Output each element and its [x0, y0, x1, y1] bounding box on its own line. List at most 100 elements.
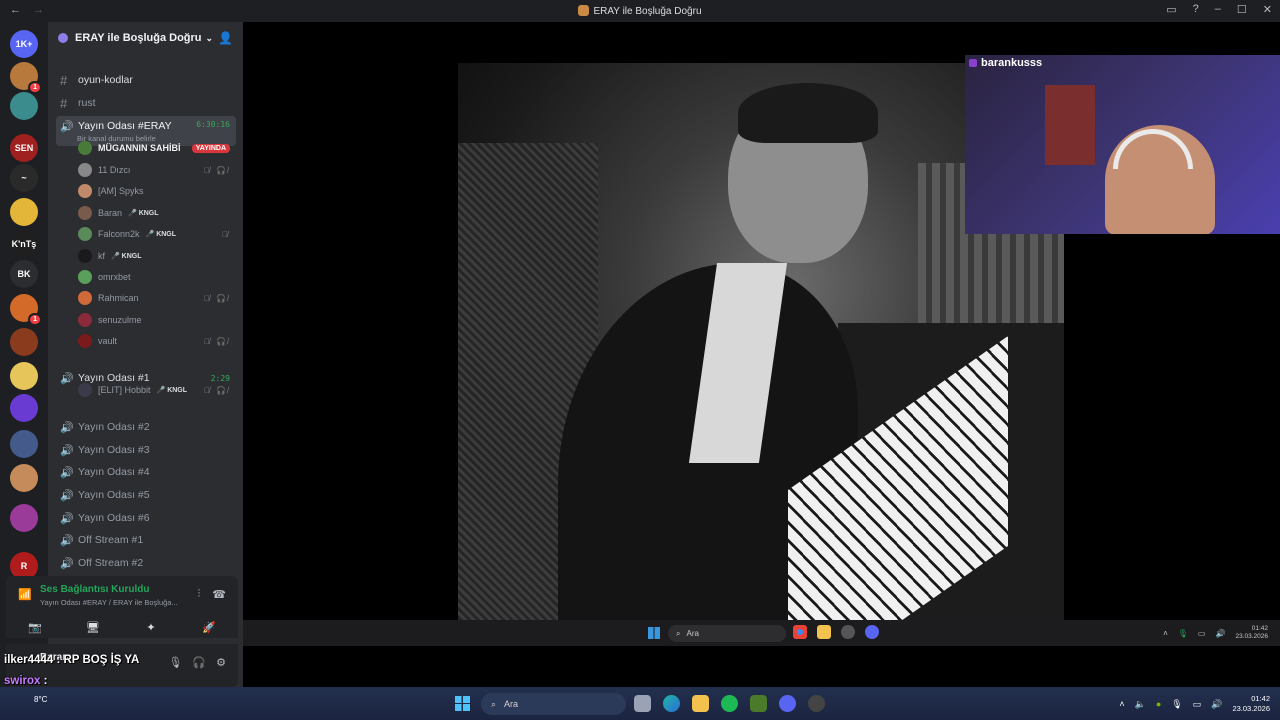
voice-status[interactable]: Ses Bağlantısı Kuruldu: [40, 584, 149, 595]
speaker-icon[interactable]: 🔈: [1135, 699, 1146, 710]
add-user-icon[interactable]: 👤: [218, 31, 233, 45]
server-label: 1K+: [15, 39, 33, 49]
server-icon-1[interactable]: 1: [10, 62, 42, 94]
taskbar-clock[interactable]: 01:42 23.03.2026: [1232, 694, 1270, 714]
voice-user[interactable]: kf 🎤 KNGL: [78, 246, 236, 266]
speaker-icon: 🔊: [60, 421, 74, 434]
search-icon: ⌕: [491, 698, 497, 709]
nvidia-tray-icon[interactable]: ●: [1156, 699, 1161, 709]
mic-tray-icon[interactable]: 🎙: [1171, 699, 1182, 710]
channel-voice[interactable]: 🔊 Yayın Odası #4: [56, 462, 236, 482]
channel-voice[interactable]: 🔊 Off Stream #1: [56, 530, 236, 550]
stream-stage[interactable]: barankusss: [243, 22, 1280, 620]
channel-name: Off Stream #1: [78, 534, 144, 546]
server-icon-7[interactable]: BK: [10, 260, 38, 288]
voice-user[interactable]: Falconn2k 🎤 KNGL 🎙̸: [78, 224, 236, 244]
server-icon-8[interactable]: 1: [10, 294, 42, 326]
screen-share-button[interactable]: 🖥: [71, 616, 115, 638]
headphones-icon[interactable]: 🎧: [192, 656, 206, 669]
voice-user[interactable]: [ELIT] Hobbit 🎤 KNGL 🎙̸ 🎧̸: [78, 380, 236, 400]
server-label: BK: [17, 269, 31, 279]
server-header[interactable]: ERAY ile Boşluğa Doğru ⌄ 👤: [48, 22, 243, 54]
server-icon-12[interactable]: [10, 430, 38, 458]
voice-channel-path[interactable]: Yayın Odası #ERAY / ERAY ile Boşluğa...: [40, 598, 178, 607]
task-view-icon[interactable]: [634, 695, 651, 712]
chevron-up-icon: ˄: [1163, 628, 1168, 638]
help-icon[interactable]: ?: [1193, 3, 1199, 16]
voice-user[interactable]: [AM] Spyks: [78, 181, 236, 201]
twitch-icon: [969, 59, 977, 67]
voice-user[interactable]: MÜGANNIN SAHİBİ YAYINDA: [78, 138, 236, 158]
channel-voice[interactable]: 🔊 Yayın Odası #6: [56, 508, 236, 528]
chat-separator: :: [53, 654, 64, 666]
inner-clock: 01:42 23.03.2026: [1235, 625, 1268, 640]
server-icon-6[interactable]: K'nTş: [10, 230, 38, 258]
server-icon-14[interactable]: [10, 504, 38, 532]
notification-badge: 1: [28, 313, 42, 326]
user-name: Baran: [98, 208, 123, 218]
system-tray: ˄ 🔈 ● 🎙 ▭ 🔊 01:42 23.03.2026: [1119, 694, 1270, 714]
noise-suppression-icon[interactable]: ⫶: [198, 588, 201, 601]
maximize-button[interactable]: ☐: [1237, 3, 1247, 16]
voice-user[interactable]: Baran 🎤 KNGL: [78, 203, 236, 223]
server-icon-11[interactable]: [10, 394, 38, 422]
speaker-icon: 🔊: [60, 466, 74, 479]
live-badge: YAYINDA: [191, 143, 230, 153]
window-titlebar: ← → ERAY ile Boşluğa Doğru ▭ ? – ☐ ✕: [0, 0, 1280, 22]
channel-voice[interactable]: 🔊 Yayın Odası #2: [56, 417, 236, 437]
channel-voice[interactable]: 🔊 Off Stream #2: [56, 553, 236, 573]
server-icon-2[interactable]: [10, 92, 38, 120]
spotify-icon[interactable]: [721, 695, 738, 712]
minimize-button[interactable]: –: [1215, 3, 1221, 16]
soundboard-button[interactable]: 🚀: [187, 616, 231, 638]
voice-user[interactable]: Rahmican 🎙̸ 🎧̸: [78, 288, 236, 308]
activities-button[interactable]: ✦: [129, 616, 173, 638]
muted-icon: 🎙̸ 🎧̸: [203, 165, 230, 175]
inner-taskbar-apps: [793, 625, 879, 639]
chrome-icon: [793, 625, 807, 639]
server-icon-0[interactable]: 1K+: [10, 30, 38, 58]
disconnect-icon[interactable]: ☎: [212, 588, 226, 601]
voice-user[interactable]: vault 🎙̸ 🎧̸: [78, 331, 236, 351]
close-button[interactable]: ✕: [1263, 3, 1272, 16]
windows-start-button[interactable]: [455, 696, 470, 711]
taskbar-search[interactable]: ⌕ Ara: [481, 693, 626, 715]
folder-icon[interactable]: [692, 695, 709, 712]
voice-user[interactable]: senuzulme: [78, 310, 236, 330]
chevron-down-icon: ⌄: [205, 32, 214, 43]
display-icon[interactable]: ▭: [1193, 699, 1202, 710]
user-name: kf: [98, 251, 106, 261]
voice-user[interactable]: omrxbet: [78, 267, 236, 287]
volume-icon[interactable]: 🔊: [1211, 699, 1222, 710]
channel-text[interactable]: # oyun-kodlar: [56, 70, 236, 90]
server-icon-13[interactable]: [10, 464, 38, 492]
channel-text[interactable]: # rust: [56, 93, 236, 113]
server-icon-4[interactable]: ~: [10, 164, 38, 192]
hash-icon: #: [60, 95, 68, 111]
signal-icon[interactable]: 📶: [18, 588, 32, 601]
camera-button[interactable]: 📷: [13, 616, 57, 638]
channel-name: Off Stream #2: [78, 557, 144, 569]
avatar: [78, 227, 92, 241]
voice-user[interactable]: 11 Dızcı 🎙̸ 🎧̸: [78, 160, 236, 180]
server-icon-5[interactable]: [10, 198, 38, 226]
display-icon: ▭: [1197, 628, 1206, 638]
microphone-icon[interactable]: 🎙: [168, 656, 182, 669]
channel-voice[interactable]: 🔊 Yayın Odası #5: [56, 485, 236, 505]
channel-voice[interactable]: 🔊 Yayın Odası #3: [56, 440, 236, 460]
settings-gear-icon[interactable]: ⚙: [216, 656, 226, 669]
inbox-icon[interactable]: ▭: [1166, 3, 1176, 16]
weather-widget[interactable]: 8°C: [34, 695, 47, 704]
chevron-up-icon[interactable]: ˄: [1119, 699, 1124, 709]
steam-icon[interactable]: [808, 695, 825, 712]
user-tag: 🎤 KNGL: [128, 210, 159, 217]
server-icon-9[interactable]: [10, 328, 38, 356]
server-icon-3[interactable]: SEN: [10, 134, 38, 162]
nvidia-icon[interactable]: [750, 695, 767, 712]
channel-name: oyun-kodlar: [78, 74, 133, 86]
server-icon-10[interactable]: [10, 362, 38, 390]
edge-icon[interactable]: [663, 695, 680, 712]
notification-badge: 1: [28, 81, 42, 94]
discord-icon[interactable]: [779, 695, 796, 712]
user-name: omrxbet: [98, 272, 131, 282]
